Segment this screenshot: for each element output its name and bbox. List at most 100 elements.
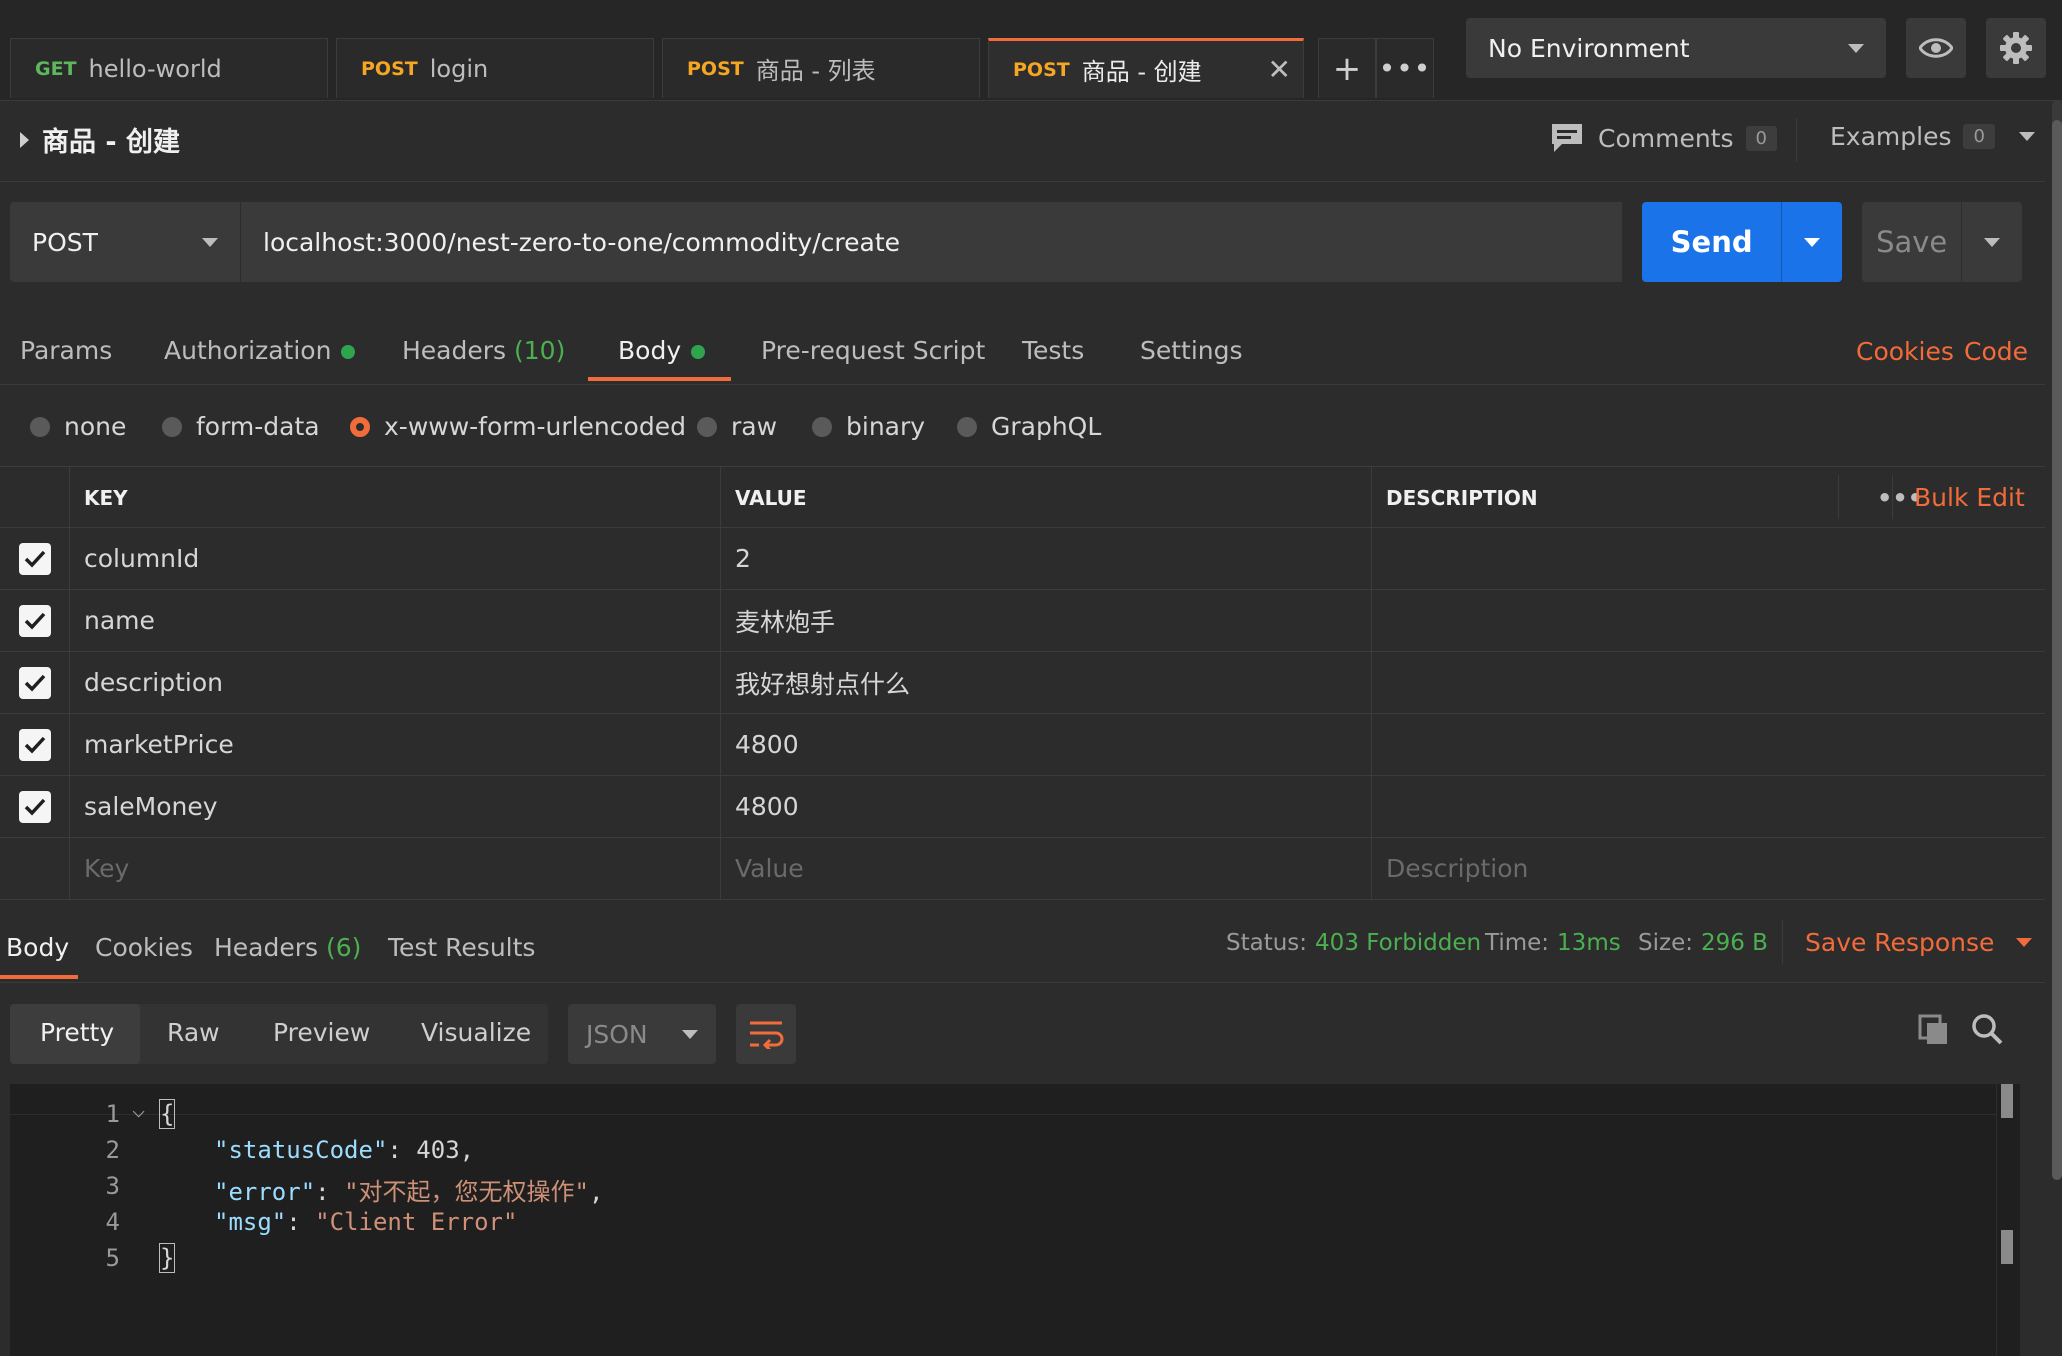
response-tab-headers[interactable]: Headers (6): [214, 933, 361, 962]
key-field[interactable]: marketPrice: [70, 714, 721, 775]
key-field[interactable]: description: [70, 652, 721, 713]
editor-scrollbar[interactable]: [1996, 1084, 2019, 1356]
json-key: "msg": [214, 1208, 287, 1236]
row-checkbox-cell: [0, 590, 70, 651]
row-checkbox[interactable]: [18, 666, 51, 699]
row-checkbox[interactable]: [18, 790, 51, 823]
response-tab-test-results[interactable]: Test Results: [388, 933, 535, 962]
save-options-button[interactable]: [1961, 202, 2022, 282]
fold-chevron-icon[interactable]: ⌵: [132, 1098, 145, 1123]
new-tab-button[interactable]: +: [1318, 38, 1376, 98]
code-link[interactable]: Code: [1964, 337, 2028, 366]
value-field[interactable]: 2: [721, 528, 1372, 589]
view-pretty-button[interactable]: Pretty: [40, 1018, 114, 1047]
tab-more-button[interactable]: •••: [1376, 38, 1434, 98]
radio-graphql[interactable]: GraphQL: [957, 412, 1101, 441]
response-time: Time: 13ms: [1485, 930, 1621, 956]
key-field[interactable]: name: [70, 590, 721, 651]
examples-label: Examples: [1830, 122, 1952, 151]
environment-select[interactable]: No Environment: [1466, 18, 1886, 78]
response-tab-body[interactable]: Body: [6, 933, 69, 962]
close-icon[interactable]: ✕: [1268, 53, 1291, 86]
value-field[interactable]: 我好想射点什么: [721, 652, 1372, 713]
tab-params[interactable]: Params: [20, 336, 112, 365]
tab-commodity-list[interactable]: POST 商品 - 列表: [662, 38, 980, 98]
tab-headers[interactable]: Headers (10): [402, 336, 565, 365]
radio-raw[interactable]: raw: [697, 412, 777, 441]
view-raw-button[interactable]: Raw: [167, 1018, 220, 1047]
page-scrollbar-thumb[interactable]: [2052, 120, 2062, 1180]
method-select[interactable]: POST: [10, 202, 240, 282]
radio-binary[interactable]: binary: [812, 412, 925, 441]
key-field[interactable]: saleMoney: [70, 776, 721, 837]
tab-login[interactable]: POST login: [336, 38, 654, 98]
row-checkbox[interactable]: [18, 604, 51, 637]
radio-icon: [697, 416, 717, 437]
tab-authorization[interactable]: Authorization: [164, 336, 356, 365]
row-checkbox[interactable]: [18, 542, 51, 575]
url-input[interactable]: localhost:3000/nest-zero-to-one/commodit…: [240, 202, 1622, 282]
examples-button[interactable]: Examples 0: [1830, 122, 2035, 151]
send-button[interactable]: Send: [1642, 202, 1842, 282]
tab-hello-world[interactable]: GET hello-world: [10, 38, 328, 98]
radio-none[interactable]: none: [30, 412, 126, 441]
comment-icon: [1552, 124, 1582, 152]
description-field[interactable]: [1372, 528, 2045, 589]
format-select[interactable]: JSON: [568, 1004, 716, 1064]
chevron-down-icon: [682, 1029, 698, 1039]
tab-body[interactable]: Body: [618, 336, 706, 365]
tab-pre-request-script[interactable]: Pre-request Script: [761, 336, 985, 365]
cookies-link[interactable]: Cookies: [1856, 337, 1954, 366]
new-description-field[interactable]: Description: [1372, 838, 2045, 899]
radio-icon: [812, 416, 832, 437]
status-dot: [691, 345, 706, 359]
new-value-field[interactable]: Value: [721, 838, 1372, 899]
view-preview-button[interactable]: Preview: [273, 1018, 370, 1047]
tab-label: 商品 - 创建: [1081, 58, 1202, 86]
tab-label: Authorization: [164, 336, 332, 365]
headers-count: (10): [514, 336, 566, 365]
response-tab-cookies[interactable]: Cookies: [95, 933, 193, 962]
radio-label: none: [64, 412, 127, 441]
headers-count: (6): [326, 933, 362, 962]
description-field[interactable]: [1372, 776, 2045, 837]
value-field[interactable]: 4800: [721, 776, 1372, 837]
key-field[interactable]: columnId: [70, 528, 721, 589]
copy-icon: [1918, 1014, 1947, 1044]
description-field[interactable]: [1372, 652, 2045, 713]
view-visualize-button[interactable]: Visualize: [421, 1018, 531, 1047]
tab-settings[interactable]: Settings: [1140, 336, 1243, 365]
value-field[interactable]: 4800: [721, 714, 1372, 775]
check-icon: [24, 736, 45, 754]
tab-tests[interactable]: Tests: [1022, 336, 1084, 365]
save-button[interactable]: Save: [1862, 202, 2022, 282]
radio-form-data[interactable]: form-data: [162, 412, 320, 441]
send-options-button[interactable]: [1781, 202, 1842, 282]
comments-button[interactable]: Comments 0: [1550, 122, 1777, 154]
response-body-editor[interactable]: 1 2 3 4 5 ⌵ { "statusCode": 403, "error"…: [10, 1084, 2020, 1356]
plus-icon: +: [1332, 48, 1362, 89]
chevron-down-icon: [1984, 237, 2001, 247]
radio-x-www-form-urlencoded[interactable]: x-www-form-urlencoded: [350, 412, 686, 441]
tab-commodity-create[interactable]: POST 商品 - 创建 ✕: [988, 38, 1304, 98]
value-field[interactable]: 麦林炮手: [721, 590, 1372, 651]
radio-label: binary: [846, 412, 926, 441]
code-brace: }: [158, 1243, 176, 1273]
header-checkbox-cell: [0, 467, 70, 528]
save-response-button[interactable]: Save Response: [1805, 928, 2033, 957]
environment-quick-look-button[interactable]: [1906, 18, 1966, 78]
copy-button[interactable]: [1918, 1014, 1950, 1052]
wrap-lines-button[interactable]: [736, 1004, 796, 1064]
scroll-thumb[interactable]: [2001, 1084, 2013, 1118]
scroll-marker: [2001, 1230, 2013, 1264]
json-key: "statusCode": [214, 1136, 388, 1164]
new-key-field[interactable]: Key: [70, 838, 721, 899]
table-row: marketPrice 4800: [0, 714, 2045, 776]
row-checkbox[interactable]: [18, 728, 51, 761]
manage-environments-button[interactable]: [1986, 18, 2046, 78]
search-button[interactable]: [1970, 1012, 2004, 1052]
description-field[interactable]: [1372, 590, 2045, 651]
collapse-icon[interactable]: [20, 132, 29, 148]
description-field[interactable]: [1372, 714, 2045, 775]
bulk-edit-link[interactable]: Bulk Edit: [1914, 483, 2025, 512]
